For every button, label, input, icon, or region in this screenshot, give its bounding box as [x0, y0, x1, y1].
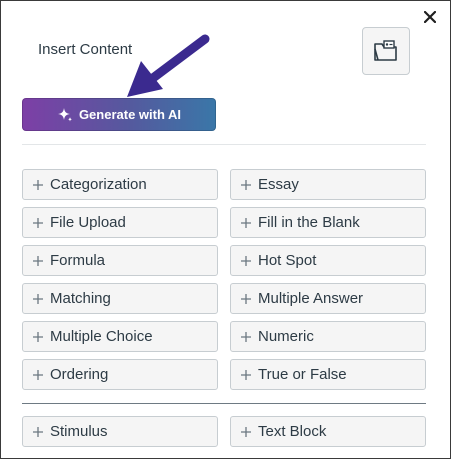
- content-type-grid: Categorization Essay File Upload Fill in…: [22, 169, 426, 390]
- content-item-label: Categorization: [50, 176, 147, 193]
- arrow-icon: [127, 34, 210, 97]
- content-item-ordering[interactable]: Ordering: [22, 359, 218, 390]
- content-item-text-block[interactable]: Text Block: [230, 416, 426, 447]
- content-item-label: Numeric: [258, 328, 314, 345]
- plus-icon: [32, 369, 44, 381]
- content-item-label: Text Block: [258, 423, 327, 440]
- close-icon: [424, 11, 436, 23]
- sparkle-icon: [57, 107, 73, 123]
- plus-icon: [240, 179, 252, 191]
- content-item-essay[interactable]: Essay: [230, 169, 426, 200]
- section-divider: [22, 403, 426, 404]
- insert-content-dialog: Insert Content Generate with AI Categori…: [0, 0, 451, 459]
- content-item-hot-spot[interactable]: Hot Spot: [230, 245, 426, 276]
- content-item-true-or-false[interactable]: True or False: [230, 359, 426, 390]
- plus-icon: [240, 331, 252, 343]
- plus-icon: [32, 179, 44, 191]
- content-item-label: Fill in the Blank: [258, 214, 360, 231]
- section-divider: [22, 144, 426, 145]
- plus-icon: [240, 217, 252, 229]
- content-item-multiple-choice[interactable]: Multiple Choice: [22, 321, 218, 352]
- content-item-label: Multiple Choice: [50, 328, 153, 345]
- plus-icon: [32, 293, 44, 305]
- content-item-stimulus[interactable]: Stimulus: [22, 416, 218, 447]
- generate-with-ai-label: Generate with AI: [78, 107, 182, 122]
- content-item-fill-in-the-blank[interactable]: Fill in the Blank: [230, 207, 426, 238]
- content-item-label: Matching: [50, 290, 111, 307]
- plus-icon: [32, 217, 44, 229]
- content-item-label: Stimulus: [50, 423, 108, 440]
- content-item-label: Formula: [50, 252, 106, 269]
- plus-icon: [240, 426, 252, 438]
- plus-icon: [240, 255, 252, 267]
- content-item-formula[interactable]: Formula: [22, 245, 218, 276]
- content-item-label: Multiple Answer: [258, 290, 364, 307]
- content-item-label: Essay: [258, 176, 299, 193]
- dialog-title: Insert Content: [38, 41, 133, 58]
- content-item-label: True or False: [258, 366, 347, 383]
- close-button[interactable]: [420, 7, 440, 27]
- content-item-multiple-answer[interactable]: Multiple Answer: [230, 283, 426, 314]
- content-item-file-upload[interactable]: File Upload: [22, 207, 218, 238]
- content-item-label: Hot Spot: [258, 252, 317, 269]
- content-item-label: Ordering: [50, 366, 109, 383]
- plus-icon: [32, 426, 44, 438]
- folder-icon: [374, 40, 397, 61]
- content-item-numeric[interactable]: Numeric: [230, 321, 426, 352]
- plus-icon: [32, 331, 44, 343]
- plus-icon: [240, 369, 252, 381]
- generate-with-ai-button[interactable]: Generate with AI: [22, 98, 216, 131]
- plus-icon: [240, 293, 252, 305]
- folder-button[interactable]: [362, 27, 410, 75]
- content-item-categorization[interactable]: Categorization: [22, 169, 218, 200]
- content-item-matching[interactable]: Matching: [22, 283, 218, 314]
- plus-icon: [32, 255, 44, 267]
- content-item-label: File Upload: [50, 214, 126, 231]
- other-content-grid: Stimulus Text Block: [22, 416, 426, 447]
